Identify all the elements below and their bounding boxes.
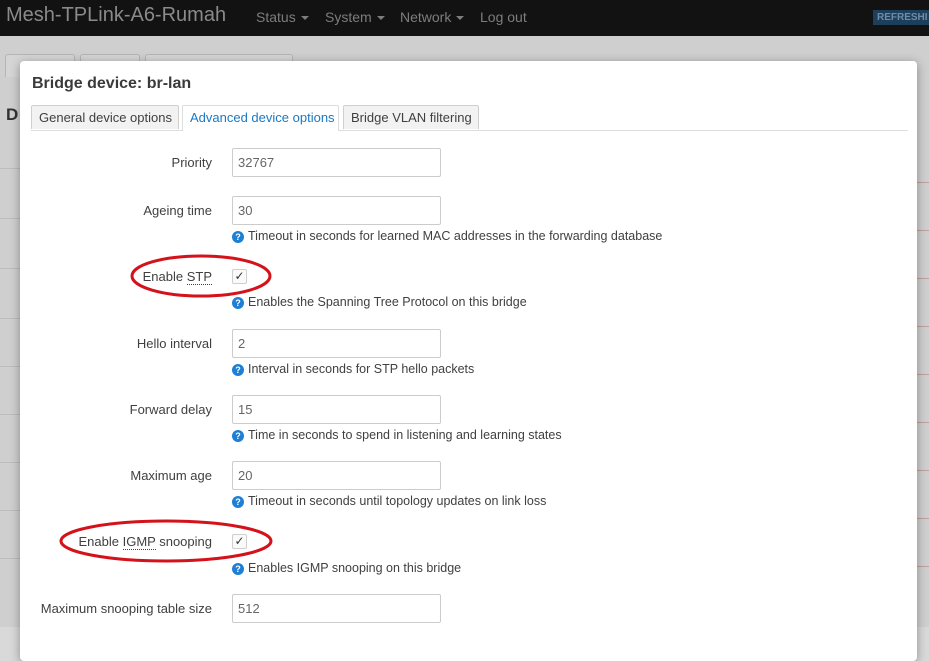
- top-navbar: Mesh-TPLink-A6-Rumah Status System Netwo…: [0, 0, 929, 36]
- priority-input[interactable]: [232, 148, 441, 177]
- caret-down-icon: [376, 16, 385, 21]
- brand-title[interactable]: Mesh-TPLink-A6-Rumah: [6, 4, 226, 27]
- background-divider: [0, 366, 22, 367]
- enable-igmp-snooping-help: ? Enables IGMP snooping on this bridge: [232, 561, 461, 575]
- background-divider: [0, 558, 22, 559]
- tab-bridge-vlan-filtering[interactable]: Bridge VLAN filtering: [343, 105, 479, 129]
- enable-stp-label-prefix: Enable: [142, 269, 187, 284]
- maximum-age-help: ? Timeout in seconds until topology updat…: [232, 494, 546, 508]
- caret-down-icon: [300, 16, 309, 21]
- forward-delay-help-text: Time in seconds to spend in listening an…: [248, 428, 562, 442]
- enable-igmp-snooping-label: Enable IGMP snooping: [20, 534, 212, 550]
- question-circle-icon: ?: [232, 231, 244, 243]
- menu-logout[interactable]: Log out: [480, 9, 527, 25]
- stp-abbreviation: STP: [186, 269, 212, 285]
- background-divider: [0, 218, 22, 219]
- modal-tabs: General device options Advanced device o…: [31, 105, 908, 131]
- background-heading: D: [6, 105, 19, 124]
- caret-down-icon: [456, 16, 465, 21]
- ageing-time-input[interactable]: [232, 196, 441, 225]
- background-divider: [917, 278, 929, 279]
- question-circle-icon: ?: [232, 563, 244, 575]
- enable-stp-help-text: Enables the Spanning Tree Protocol on th…: [248, 295, 527, 309]
- maximum-age-input[interactable]: [232, 461, 441, 490]
- priority-label: Priority: [171, 155, 212, 170]
- background-divider: [917, 326, 929, 327]
- menu-system-label: System: [325, 9, 372, 25]
- question-circle-icon: ?: [232, 297, 244, 309]
- background-divider: [917, 566, 929, 567]
- menu-system[interactable]: System: [325, 9, 385, 25]
- forward-delay-input[interactable]: [232, 395, 441, 424]
- menu-logout-label: Log out: [480, 9, 527, 25]
- question-circle-icon: ?: [232, 430, 244, 442]
- menu-status-label: Status: [256, 9, 296, 25]
- maximum-age-label: Maximum age: [130, 468, 212, 483]
- enable-stp-label: Enable STP: [20, 269, 212, 285]
- ageing-time-label: Ageing time: [143, 203, 212, 218]
- bridge-device-modal: Bridge device: br-lan General device opt…: [20, 61, 917, 661]
- modal-title: Bridge device: br-lan: [32, 75, 192, 92]
- tab-general-device-options[interactable]: General device options: [31, 105, 179, 129]
- refresh-badge[interactable]: REFRESHI: [873, 10, 929, 25]
- enable-igmp-snooping-checkbox[interactable]: ✓: [232, 534, 247, 549]
- enable-igmp-label-suffix: snooping: [155, 534, 212, 549]
- hello-interval-input[interactable]: [232, 329, 441, 358]
- tab-advanced-device-options[interactable]: Advanced device options: [182, 105, 339, 131]
- max-snooping-table-size-label: Maximum snooping table size: [40, 601, 212, 616]
- background-divider: [917, 230, 929, 231]
- menu-network[interactable]: Network: [400, 9, 465, 25]
- background-divider: [0, 510, 22, 511]
- hello-interval-help: ? Interval in seconds for STP hello packe…: [232, 362, 474, 376]
- background-divider: [917, 518, 929, 519]
- forward-delay-help: ? Time in seconds to spend in listening a…: [232, 428, 562, 442]
- menu-network-label: Network: [400, 9, 452, 25]
- maximum-age-help-text: Timeout in seconds until topology update…: [248, 494, 547, 508]
- background-divider: [917, 374, 929, 375]
- enable-igmp-label-prefix: Enable: [78, 534, 123, 549]
- checkmark-icon: ✓: [234, 269, 245, 283]
- background-divider: [0, 268, 22, 269]
- forward-delay-label: Forward delay: [129, 402, 212, 417]
- background-divider: [0, 318, 22, 319]
- enable-stp-help: ? Enables the Spanning Tree Protocol on t…: [232, 295, 527, 309]
- igmp-abbreviation: IGMP: [122, 534, 156, 550]
- background-divider: [917, 470, 929, 471]
- question-circle-icon: ?: [232, 496, 244, 508]
- background-divider: [0, 414, 22, 415]
- ageing-time-help: ? Timeout in seconds for learned MAC addr…: [232, 229, 662, 243]
- checkmark-icon: ✓: [234, 534, 245, 548]
- ageing-time-help-text: Timeout in seconds for learned MAC addre…: [248, 229, 663, 243]
- max-snooping-table-size-input[interactable]: [232, 594, 441, 623]
- enable-igmp-snooping-help-text: Enables IGMP snooping on this bridge: [248, 561, 462, 575]
- question-circle-icon: ?: [232, 364, 244, 376]
- background-divider: [0, 462, 22, 463]
- hello-interval-label: Hello interval: [136, 336, 212, 351]
- background-divider: [917, 182, 929, 183]
- background-divider: [0, 168, 22, 169]
- enable-stp-checkbox[interactable]: ✓: [232, 269, 247, 284]
- menu-status[interactable]: Status: [256, 9, 309, 25]
- background-divider: [917, 422, 929, 423]
- hello-interval-help-text: Interval in seconds for STP hello packet…: [248, 362, 475, 376]
